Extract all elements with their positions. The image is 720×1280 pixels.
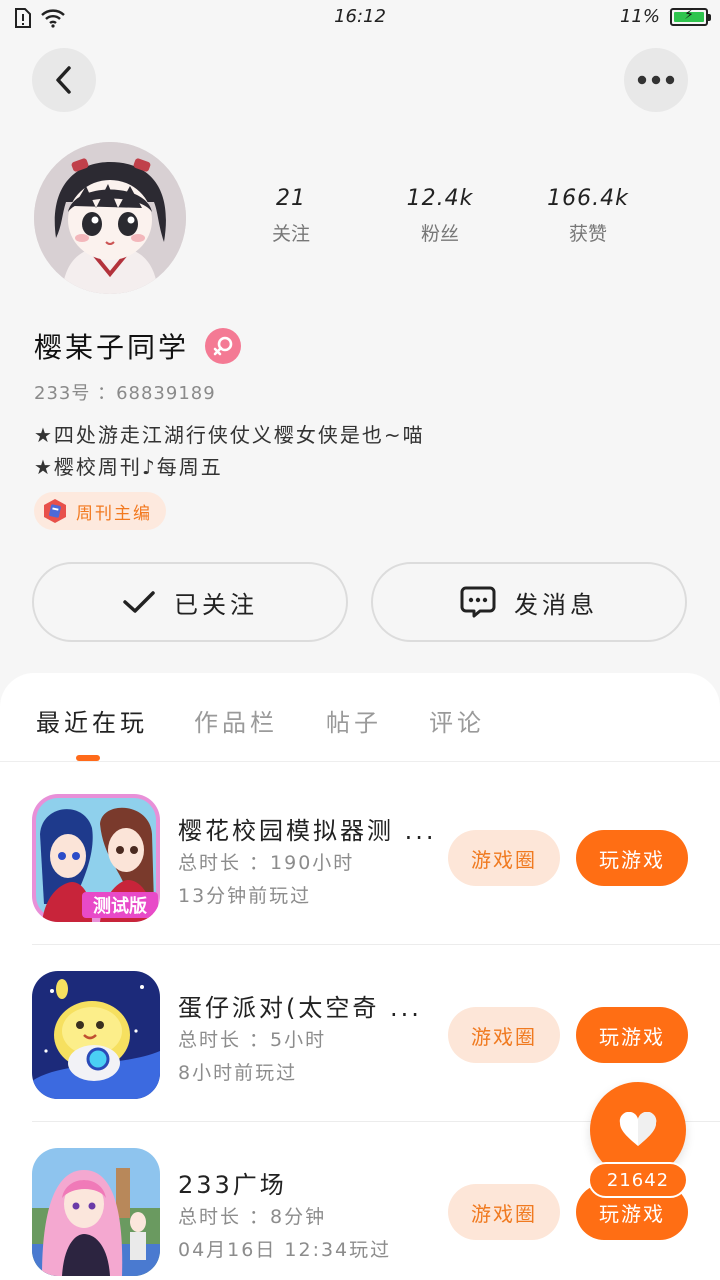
stat-fans[interactable]: 12.4k 粉丝 xyxy=(380,186,500,246)
game-title[interactable]: 蛋仔派对(太空奇 ... xyxy=(178,988,422,1023)
stat-fans-value: 12.4k xyxy=(406,186,474,211)
stat-following-value: 21 xyxy=(276,186,306,211)
avatar-illustration xyxy=(34,142,186,294)
play-game-button[interactable]: 玩游戏 xyxy=(576,830,688,886)
status-right: 11% ⚡ xyxy=(619,6,711,27)
more-button[interactable] xyxy=(624,48,688,112)
avatar[interactable] xyxy=(34,142,186,294)
heart-icon xyxy=(619,1112,657,1146)
bio-line: ★四处游走江湖行侠仗义樱女侠是也~喵 xyxy=(34,423,425,447)
like-count[interactable]: 21642 xyxy=(588,1162,688,1198)
tab-indicator xyxy=(76,755,100,761)
tab-bar: 最近在玩 作品栏 帖子 评论 xyxy=(0,673,720,762)
stat-likes-label: 获赞 xyxy=(568,223,607,245)
user-name: 樱某子同学 xyxy=(34,331,190,364)
game-last-played: 8小时前玩过 xyxy=(178,1062,298,1084)
game-duration: 总时长 ：190小时 xyxy=(178,852,355,874)
game-last-played: 04月16日 12:34玩过 xyxy=(178,1239,392,1261)
badge-icon xyxy=(44,499,66,523)
gender-badge xyxy=(205,328,242,364)
tab-works[interactable]: 作品栏 xyxy=(194,703,278,738)
battery-percent: 11% xyxy=(619,6,660,27)
message-button[interactable]: 发消息 xyxy=(371,562,687,642)
game-title[interactable]: 樱花校园模拟器测 ... xyxy=(178,811,437,846)
follow-button[interactable]: 已关注 xyxy=(32,562,348,642)
stat-fans-label: 粉丝 xyxy=(420,223,459,245)
stat-likes[interactable]: 166.4k 获赞 xyxy=(528,186,648,246)
game-circle-button[interactable]: 游戏圈 xyxy=(448,1007,560,1063)
tab-posts[interactable]: 帖子 xyxy=(326,703,382,738)
game-last-played: 13分钟前玩过 xyxy=(178,885,312,907)
game-duration: 总时长 ：5小时 xyxy=(178,1029,327,1051)
check-icon xyxy=(123,591,155,613)
user-id: 233号 ：68839189 xyxy=(34,383,216,404)
tab-recent[interactable]: 最近在玩 xyxy=(36,703,148,738)
game-circle-button[interactable]: 游戏圈 xyxy=(448,830,560,886)
message-button-label: 发消息 xyxy=(514,590,598,619)
eggy-party-icon xyxy=(32,971,160,1099)
game-duration: 总时长 ：8分钟 xyxy=(178,1206,327,1228)
game-icon[interactable] xyxy=(32,1148,160,1276)
game-circle-button[interactable]: 游戏圈 xyxy=(448,1184,560,1240)
game-icon[interactable]: 测试版 xyxy=(32,794,160,922)
more-icon xyxy=(637,75,675,85)
bio-line: ★樱校周刊♪每周五 xyxy=(34,455,223,479)
game-icon[interactable] xyxy=(32,971,160,1099)
stat-following[interactable]: 21 关注 xyxy=(231,186,351,246)
female-icon xyxy=(213,336,233,356)
play-game-button[interactable]: 玩游戏 xyxy=(576,1007,688,1063)
editor-tag[interactable]: 周刊主编 xyxy=(34,492,166,530)
stat-following-label: 关注 xyxy=(271,223,310,245)
follow-button-label: 已关注 xyxy=(174,590,258,619)
profile-page: 16:12 11% ⚡ 21 关注 12.4k 粉丝 166.4k 获赞 樱某子… xyxy=(0,0,720,1280)
status-time: 16:12 xyxy=(334,6,386,27)
back-icon xyxy=(56,66,71,94)
battery-icon: ⚡ xyxy=(670,7,711,26)
chat-icon xyxy=(460,586,496,618)
plaza-icon xyxy=(32,1148,160,1276)
sakura-school-icon: 测试版 xyxy=(32,794,160,922)
editor-tag-label: 周刊主编 xyxy=(76,503,152,524)
back-button[interactable] xyxy=(32,48,96,112)
status-bar: 16:12 11% ⚡ xyxy=(0,0,720,36)
game-title[interactable]: 233广场 xyxy=(178,1165,287,1200)
name-row: 樱某子同学 xyxy=(34,326,242,366)
tab-comments[interactable]: 评论 xyxy=(429,703,485,738)
game-icon-badge: 测试版 xyxy=(93,895,147,917)
stat-likes-value: 166.4k xyxy=(547,186,629,211)
